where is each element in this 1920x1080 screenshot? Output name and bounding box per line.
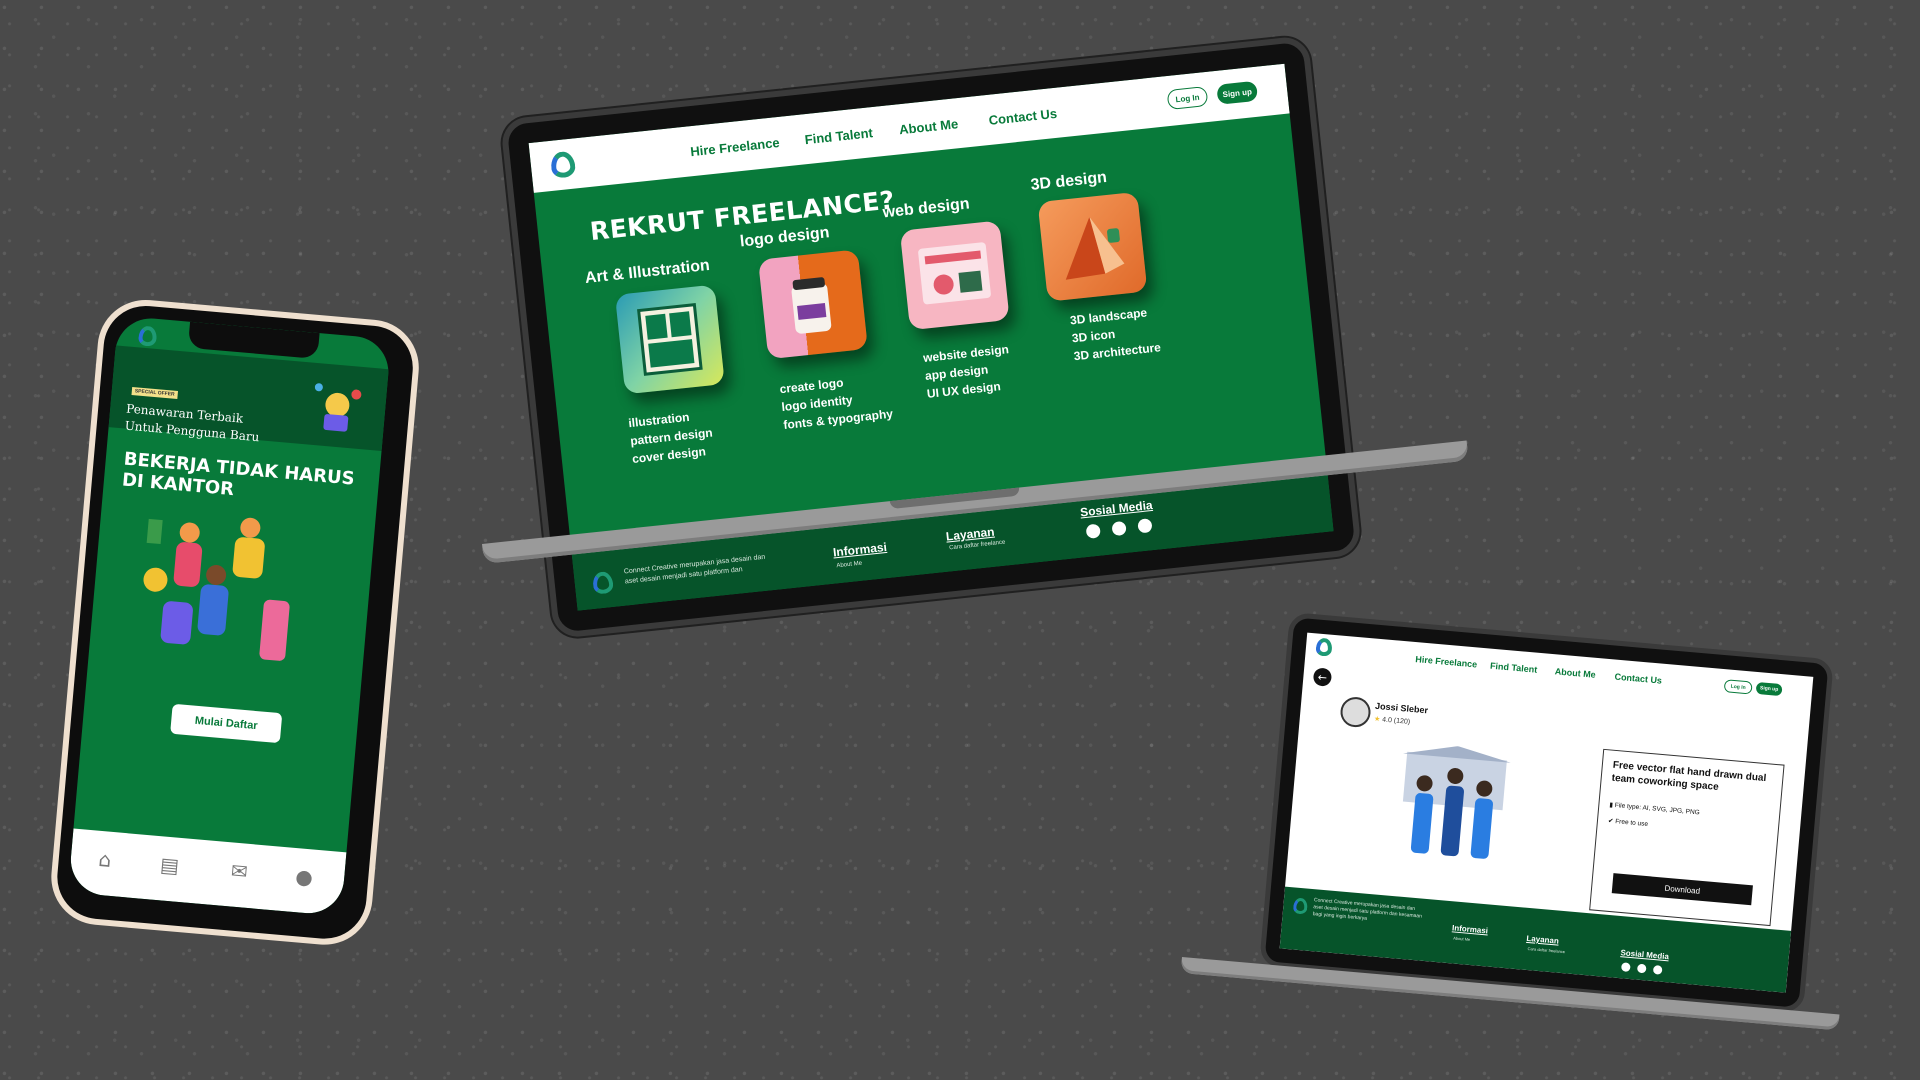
category-title-3d[interactable]: 3D design: [1030, 169, 1108, 195]
footer-sosial-heading: Sosial Media: [1079, 497, 1154, 520]
nav-contact-us[interactable]: Contact Us: [988, 106, 1058, 128]
facebook-icon[interactable]: [1652, 965, 1663, 975]
star-icon: ★: [1373, 715, 1381, 724]
check-icon: ✔: [1607, 817, 1614, 825]
login-button[interactable]: Log In: [1723, 679, 1753, 695]
resource-info-card: Free vector flat hand drawn dual team co…: [1589, 748, 1785, 927]
category-title-art[interactable]: Art & Illustration: [584, 257, 711, 288]
profile-icon[interactable]: ●: [289, 862, 319, 892]
license-row: ✔ Free to use: [1608, 817, 1649, 828]
3d-shape-icon: [1065, 216, 1125, 280]
home-icon[interactable]: ⌂: [90, 844, 120, 874]
footer-sosial-heading: Sosial Media: [1620, 948, 1670, 962]
3d-design-thumbnail[interactable]: [1037, 191, 1148, 302]
facebook-icon[interactable]: [1137, 518, 1153, 534]
jar-icon: [791, 277, 832, 334]
rating: ★ 4.0 (120): [1374, 715, 1411, 726]
promo-banner[interactable]: SPECIAL OFFER Penawaran Terbaik Untuk Pe…: [108, 345, 389, 451]
category-list-art: illustration pattern design cover design: [627, 406, 715, 468]
footer-layanan-heading: Layanan: [1526, 933, 1560, 946]
footer-about-link[interactable]: About Me: [836, 561, 862, 570]
file-type-text: File type: AI, SVG, JPG, PNG: [1614, 802, 1700, 817]
small-brand-logo-icon[interactable]: [1315, 637, 1333, 657]
promo-text: Penawaran Terbaik Untuk Pengguna Baru: [124, 401, 262, 447]
footer-logo-icon: [591, 570, 615, 595]
team-illustration-icon: [143, 517, 290, 661]
author-name[interactable]: Jossi Sleber: [1375, 701, 1429, 716]
art-illustration-thumbnail[interactable]: [614, 284, 725, 395]
nav-hire-freelance[interactable]: Hire Freelance: [1415, 654, 1478, 669]
category-title-web[interactable]: web design: [882, 195, 971, 222]
nav-about-me[interactable]: About Me: [1554, 666, 1596, 680]
confetti-illustration-icon: [314, 383, 362, 432]
twitter-icon[interactable]: [1111, 520, 1127, 537]
resource-title: Free vector flat hand drawn dual team co…: [1611, 759, 1767, 794]
footer-description: Connect Creative merupakan jasa desain d…: [1312, 897, 1423, 922]
logo-design-thumbnail[interactable]: [758, 249, 868, 360]
nav-find-talent[interactable]: Find Talent: [804, 125, 874, 147]
nav-hire-freelance[interactable]: Hire Freelance: [690, 135, 781, 159]
document-icon[interactable]: ▤: [154, 850, 184, 880]
signup-button[interactable]: Sign up: [1755, 681, 1783, 697]
footer-description: Connect Creative merupakan jasa desain d…: [623, 553, 766, 586]
back-arrow-icon[interactable]: ←: [1312, 667, 1333, 687]
nav-contact-us[interactable]: Contact Us: [1614, 672, 1662, 686]
web-design-thumbnail[interactable]: [899, 220, 1010, 331]
login-button[interactable]: Log In: [1166, 85, 1209, 111]
license-text: Free to use: [1614, 818, 1649, 828]
phone-mockup: SPECIAL OFFER Penawaran Terbaik Untuk Pe…: [47, 296, 423, 949]
special-offer-badge: SPECIAL OFFER: [131, 386, 178, 399]
web-mockup-icon: [918, 242, 991, 305]
instagram-icon[interactable]: [1085, 523, 1101, 539]
small-laptop-navbar: Hire Freelance Find Talent About Me Cont…: [1307, 633, 1813, 697]
category-list-web: website design app design UI UX design: [922, 340, 1013, 403]
avatar[interactable]: [1339, 695, 1372, 729]
footer-informasi-heading: Informasi: [832, 539, 888, 560]
download-button[interactable]: Download: [1611, 873, 1753, 906]
footer-about-link[interactable]: About Me: [1453, 935, 1470, 941]
footer-cara-daftar-link[interactable]: Cara daftar freelance: [1527, 946, 1565, 954]
small-laptop-mockup: Hire Freelance Find Talent About Me Cont…: [1259, 612, 1834, 1014]
brand-logo-icon[interactable]: [549, 150, 577, 179]
instagram-icon[interactable]: [1620, 962, 1631, 972]
nav-find-talent[interactable]: Find Talent: [1490, 661, 1538, 675]
footer-informasi-heading: Informasi: [1451, 923, 1489, 936]
laptop-navbar: Hire Freelance Find Talent About Me Cont…: [528, 63, 1290, 193]
small-laptop-screen: Hire Freelance Find Talent About Me Cont…: [1279, 632, 1814, 993]
footer-logo-icon: [1292, 897, 1309, 915]
nav-about-me[interactable]: About Me: [898, 116, 958, 137]
art-poster-icon: [637, 303, 703, 376]
file-icon: ▮: [1609, 801, 1614, 809]
twitter-icon[interactable]: [1636, 963, 1647, 974]
signup-button[interactable]: Sign up: [1216, 80, 1259, 105]
rating-value: 4.0 (120): [1381, 716, 1411, 726]
bottom-tab-bar: ⌂ ▤ ✉ ●: [67, 828, 347, 917]
category-list-logo: create logo logo identity fonts & typogr…: [779, 369, 894, 434]
mulai-daftar-button[interactable]: Mulai Daftar: [170, 703, 283, 744]
category-list-3d: 3D landscape 3D icon 3D architecture: [1069, 302, 1162, 365]
coworking-illustration-icon: [1402, 746, 1511, 859]
phone-logo-icon[interactable]: [137, 325, 158, 347]
file-type-row: ▮ File type: AI, SVG, JPG, PNG: [1609, 801, 1700, 817]
phone-screen: SPECIAL OFFER Penawaran Terbaik Untuk Pe…: [67, 315, 392, 917]
chat-icon[interactable]: ✉: [224, 856, 254, 886]
